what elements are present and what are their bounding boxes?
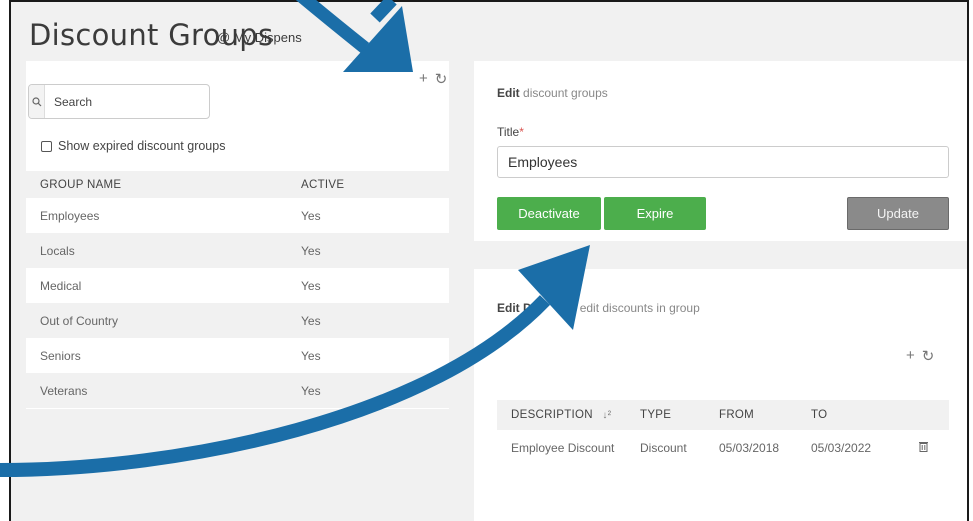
table-header: DESCRIPTION ↓² TYPE FROM TO [497, 400, 949, 430]
trash-icon[interactable] [919, 441, 928, 455]
table-row[interactable]: Out of Country Yes [26, 303, 449, 338]
discounts-heading-rest: edit discounts in group [579, 301, 700, 315]
edit-discounts-panel: Edit Di edit discounts in group + ↻ DESC… [474, 269, 967, 521]
title-input[interactable] [497, 146, 949, 178]
edit-heading-rest: discount groups [523, 86, 608, 100]
column-header-from[interactable]: FROM [719, 409, 811, 421]
column-header-description[interactable]: DESCRIPTION ↓² [497, 409, 640, 421]
plus-icon[interactable]: + [419, 70, 428, 88]
table-row[interactable]: Medical Yes [26, 268, 449, 303]
app-window: Discount Groups @ My Dispens + ↻ Show ex… [9, 0, 969, 521]
discount-from: 05/03/2018 [719, 441, 780, 455]
table-row[interactable]: Seniors Yes [26, 338, 449, 373]
table-row[interactable]: Employees Yes [26, 198, 449, 233]
page-subtitle: @ My Dispens [217, 30, 302, 45]
table-row[interactable]: Locals Yes [26, 233, 449, 268]
table-row[interactable]: Employee Discount Discount 05/03/2018 05… [497, 430, 949, 466]
title-label: Title* [497, 125, 524, 139]
group-name: Locals [40, 243, 75, 258]
group-active: Yes [301, 243, 321, 258]
table-row[interactable]: Veterans Yes [26, 373, 449, 408]
column-header-group-name[interactable]: GROUP NAME [26, 179, 301, 191]
group-actions: + ↻ [419, 70, 447, 88]
group-active: Yes [301, 208, 321, 223]
discounts-table: DESCRIPTION ↓² TYPE FROM TO Employee Dis… [497, 400, 949, 466]
group-active: Yes [301, 348, 321, 363]
edit-heading-bold: Edit [497, 86, 520, 100]
groups-table: GROUP NAME ACTIVE Employees Yes Locals Y… [26, 171, 449, 408]
search-icon [29, 85, 45, 118]
group-name: Veterans [40, 383, 88, 398]
required-mark: * [519, 125, 524, 139]
show-expired-checkbox[interactable] [41, 140, 52, 152]
group-active: Yes [301, 383, 321, 398]
group-name: Medical [40, 278, 82, 293]
discount-description: Employee Discount [511, 441, 615, 455]
discount-to: 05/03/2022 [811, 441, 872, 455]
column-header-type[interactable]: TYPE [640, 409, 719, 421]
edit-heading: Edit discount groups [497, 86, 608, 100]
group-active: Yes [301, 278, 321, 293]
title-label-text: Title [497, 125, 520, 139]
group-name: Seniors [40, 348, 81, 363]
column-header-description-label: DESCRIPTION [511, 409, 593, 421]
refresh-icon[interactable]: ↻ [435, 70, 448, 88]
show-expired-toggle[interactable]: Show expired discount groups [41, 139, 225, 153]
group-name: Employees [40, 208, 100, 223]
search-box [28, 84, 210, 119]
sort-icon[interactable]: ↓² [602, 410, 611, 421]
refresh-icon[interactable]: ↻ [922, 347, 935, 365]
expire-button[interactable]: Expire [604, 197, 706, 230]
group-active: Yes [301, 313, 321, 328]
group-name: Out of Country [40, 313, 119, 328]
plus-icon[interactable]: + [906, 347, 915, 365]
column-header-active[interactable]: ACTIVE [301, 179, 344, 191]
column-header-to[interactable]: TO [811, 409, 919, 421]
discount-actions: + ↻ [906, 347, 934, 365]
discounts-heading-bold: Edit Di [497, 301, 535, 315]
deactivate-button[interactable]: Deactivate [497, 197, 601, 230]
edit-group-panel: Edit discount groups Title* Deactivate E… [474, 61, 967, 241]
discount-groups-panel: + ↻ Show expired discount groups GROUP N… [26, 61, 449, 409]
discounts-heading: Edit Di edit discounts in group [497, 301, 700, 315]
search-input[interactable] [45, 85, 209, 118]
show-expired-label: Show expired discount groups [58, 139, 226, 153]
discount-type: Discount [640, 441, 687, 455]
table-header: GROUP NAME ACTIVE [26, 171, 449, 198]
update-button[interactable]: Update [847, 197, 949, 230]
